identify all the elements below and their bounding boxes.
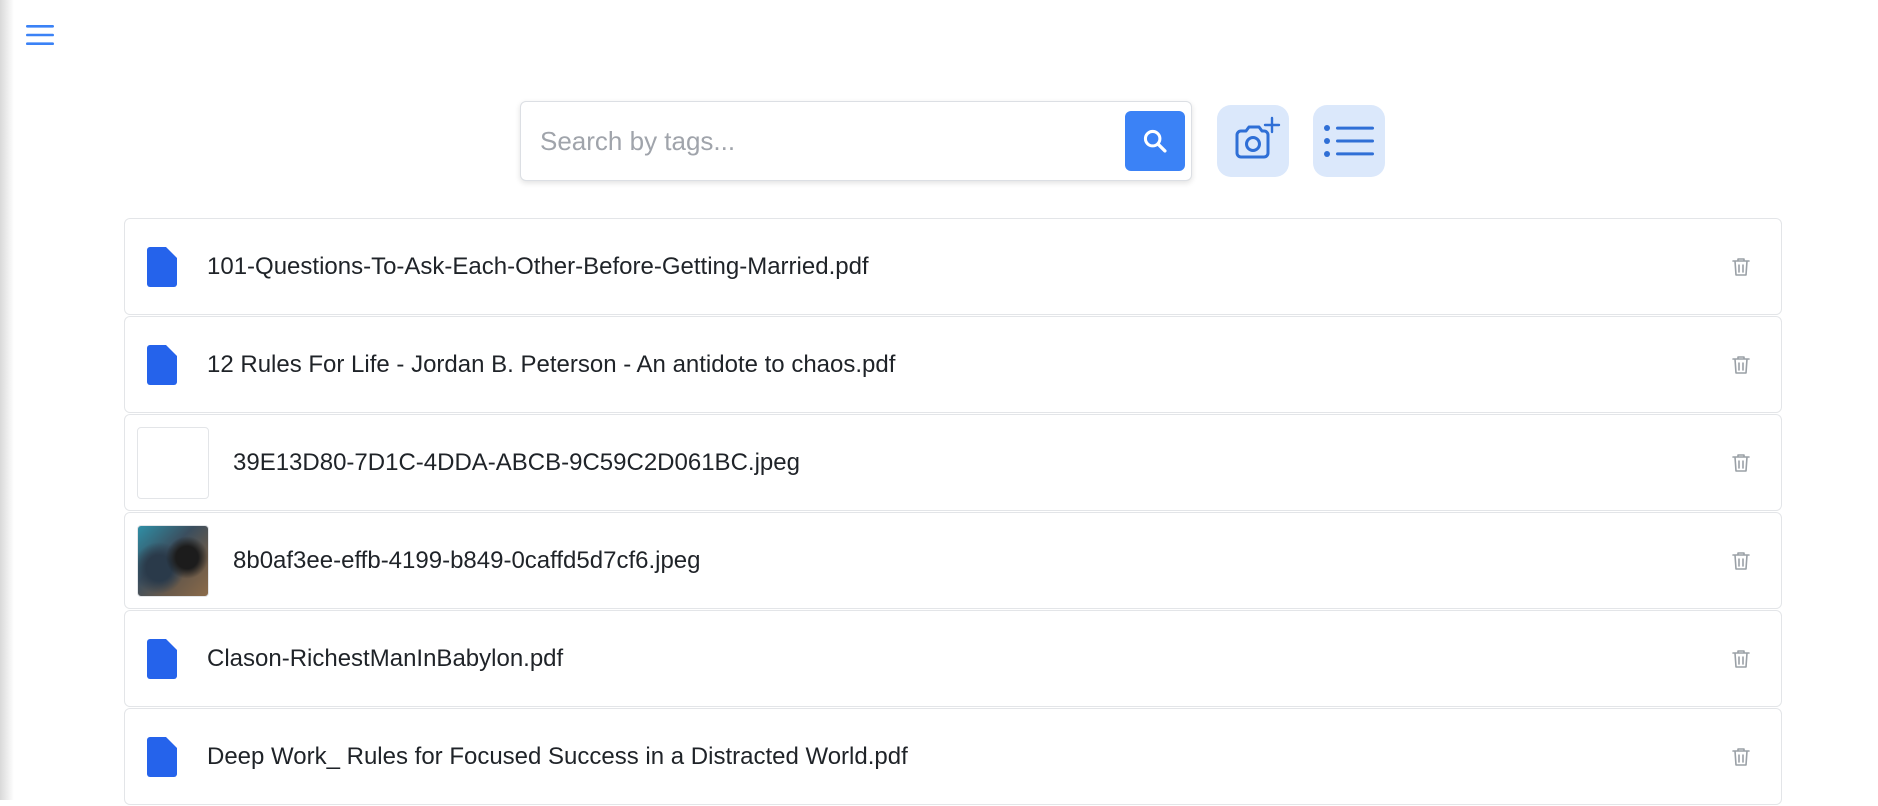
file-row[interactable]: 101-Questions-To-Ask-Each-Other-Before-G… <box>124 218 1782 315</box>
search-input[interactable] <box>540 111 1125 171</box>
image-thumbnail <box>137 426 209 499</box>
file-list: 101-Questions-To-Ask-Each-Other-Before-G… <box>124 218 1782 806</box>
delete-button[interactable] <box>1727 547 1755 575</box>
image-thumbnail <box>137 524 209 597</box>
delete-button[interactable] <box>1727 743 1755 771</box>
sidebar-edge-shadow <box>0 0 14 800</box>
file-name: 12 Rules For Life - Jordan B. Peterson -… <box>207 350 896 378</box>
trash-icon <box>1732 649 1750 668</box>
hamburger-icon <box>26 25 54 45</box>
file-name: 101-Questions-To-Ask-Each-Other-Before-G… <box>207 252 869 280</box>
trash-icon <box>1732 551 1750 570</box>
file-row[interactable]: 8b0af3ee-effb-4199-b849-0caffd5d7cf6.jpe… <box>124 512 1782 609</box>
file-name: Deep Work_ Rules for Focused Success in … <box>207 742 908 770</box>
trash-icon <box>1732 453 1750 472</box>
file-row[interactable]: Clason-RichestManInBabylon.pdf <box>124 610 1782 707</box>
delete-button[interactable] <box>1727 253 1755 281</box>
delete-button[interactable] <box>1727 351 1755 379</box>
file-name: Clason-RichestManInBabylon.pdf <box>207 644 564 672</box>
document-icon <box>137 635 185 683</box>
search-button[interactable] <box>1125 111 1185 171</box>
file-name: 39E13D80-7D1C-4DDA-ABCB-9C59C2D061BC.jpe… <box>233 448 800 476</box>
search-icon <box>1143 129 1167 153</box>
top-toolbar <box>520 101 1385 181</box>
add-photo-button[interactable] <box>1217 105 1289 177</box>
file-row[interactable]: 12 Rules For Life - Jordan B. Peterson -… <box>124 316 1782 413</box>
camera-plus-icon <box>1235 116 1281 159</box>
trash-icon <box>1732 355 1750 374</box>
trash-icon <box>1732 257 1750 276</box>
file-row[interactable]: 39E13D80-7D1C-4DDA-ABCB-9C59C2D061BC.jpe… <box>124 414 1782 511</box>
list-icon <box>1324 125 1374 157</box>
hamburger-menu-button[interactable] <box>22 18 58 52</box>
document-icon <box>137 243 185 291</box>
search-box <box>520 101 1192 181</box>
document-icon <box>137 341 185 389</box>
delete-button[interactable] <box>1727 449 1755 477</box>
document-icon <box>137 733 185 781</box>
file-row[interactable]: Deep Work_ Rules for Focused Success in … <box>124 708 1782 805</box>
delete-button[interactable] <box>1727 645 1755 673</box>
list-view-button[interactable] <box>1313 105 1385 177</box>
trash-icon <box>1732 747 1750 766</box>
file-name: 8b0af3ee-effb-4199-b849-0caffd5d7cf6.jpe… <box>233 546 701 574</box>
